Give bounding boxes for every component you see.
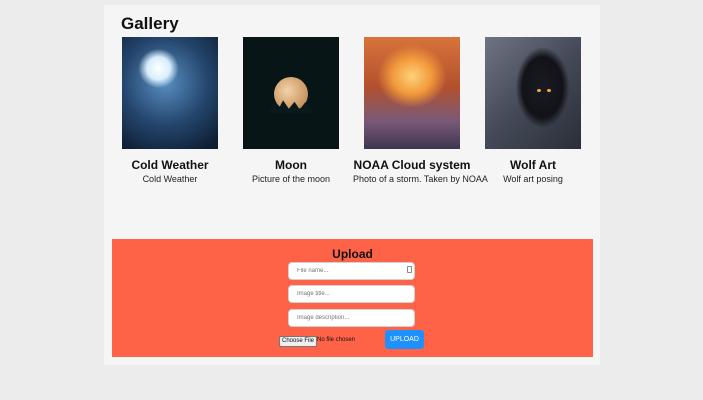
- card-title: Wolf Art: [510, 158, 556, 172]
- moon-image[interactable]: [243, 37, 339, 149]
- card-title: Cold Weather: [131, 158, 209, 172]
- wolf-eye: [537, 89, 541, 92]
- file-name-input[interactable]: [288, 262, 415, 280]
- card-description: Wolf art posing: [503, 174, 563, 184]
- image-title-input[interactable]: [288, 285, 415, 303]
- storm-cloud-image[interactable]: [364, 37, 460, 149]
- clipboard-icon: [407, 266, 412, 273]
- image-description-input[interactable]: [288, 309, 415, 327]
- card-title: Moon: [275, 158, 307, 172]
- no-file-text: No file chosen: [317, 337, 356, 343]
- gallery-card[interactable]: NOAA Cloud system Photo of a storm. Take…: [353, 37, 488, 184]
- upload-title: Upload: [332, 247, 373, 261]
- gallery-title: Gallery: [121, 14, 179, 33]
- gallery-card[interactable]: Moon Picture of the moon: [232, 37, 350, 184]
- gallery-card[interactable]: Wolf Art Wolf art posing: [474, 37, 592, 184]
- upload-button[interactable]: UPLOAD: [385, 330, 424, 349]
- card-description: Photo of a storm. Taken by NOAA: [353, 174, 488, 184]
- wolf-image[interactable]: [485, 37, 581, 149]
- ice-cave-image[interactable]: [122, 37, 218, 149]
- wolf-eye: [547, 89, 551, 92]
- upload-section: Upload Choose File No file chosen UPLOAD: [112, 239, 593, 357]
- card-description: Cold Weather: [142, 174, 198, 184]
- card-description: Picture of the moon: [251, 174, 331, 184]
- choose-file-button[interactable]: Choose File: [279, 336, 318, 347]
- card-title: NOAA Cloud system: [353, 158, 471, 172]
- gallery-card[interactable]: Cold Weather Cold Weather: [111, 37, 229, 184]
